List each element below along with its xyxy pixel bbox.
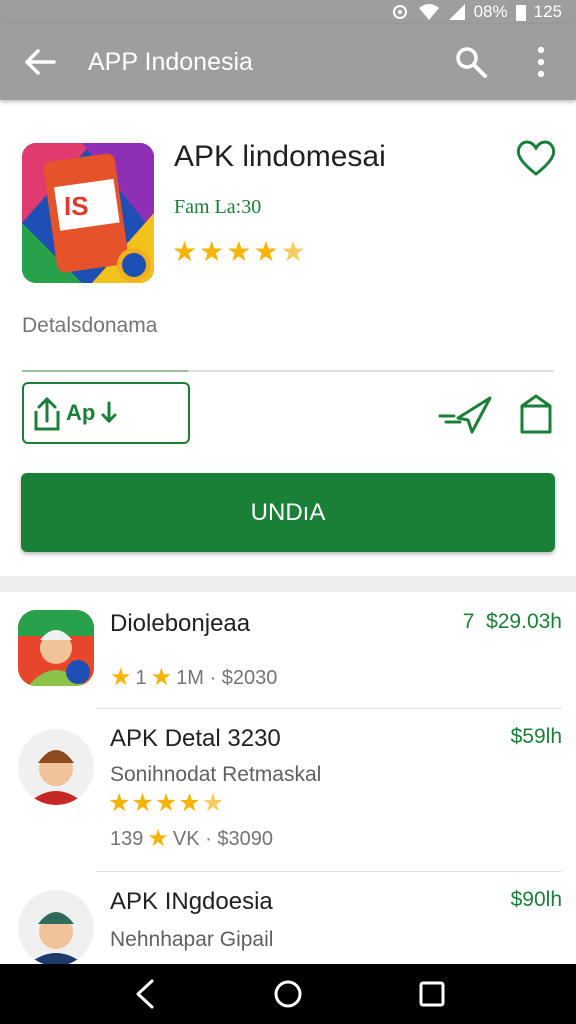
star-icon: ★ [253,236,279,267]
svg-text:IS: IS [64,191,89,221]
avatar [18,729,94,805]
star-icon: ★ [150,664,173,691]
list-item-price: 7 $29.03h [462,610,562,633]
list-item-title: APK INgdoesia [110,888,273,915]
clock: 125 [533,2,562,21]
nav-recents-button[interactable] [402,964,462,1024]
install-button[interactable]: UNDıA [21,473,555,552]
share-button[interactable]: Ap [22,382,190,444]
share-upload-icon [34,396,60,431]
developer-name[interactable]: Fam La:30 [174,196,261,219]
app-icon: IS [22,143,154,283]
search-button[interactable] [436,24,506,100]
app-bar: APP Indonesia [0,24,576,100]
back-button[interactable] [0,24,80,100]
star-icon: ★ [131,789,154,817]
favorite-button[interactable] [514,138,558,178]
list-item-meta: 139 ★ VK · $3090 [110,825,273,852]
battery-percent: 08% [473,2,508,21]
list-item-meta: ★ 1 ★ 1M · $2030 [110,664,278,691]
signal-icon [448,4,465,20]
star-half-icon: ★ [280,236,306,267]
list-item[interactable]: Diolebonjeaa 7 $29.03h ★ 1 ★ 1M · $2030 [0,592,576,708]
star-icon: ★ [226,236,252,267]
nav-back-button[interactable] [114,964,174,1024]
list-item-subtitle: Sonihnodat Retmaskal [110,763,322,786]
status-bar: 08% 125 [0,0,576,24]
star-icon: ★ [110,664,132,691]
star-icon: ★ [199,236,225,267]
share-label: Ap [66,400,96,425]
nav-back-icon [136,979,154,1009]
list-item-price: $59lh [510,725,562,748]
star-icon: ★ [108,789,131,817]
nav-home-icon [274,980,302,1008]
library-button[interactable] [516,392,556,436]
app-name: APK lindomesai [174,140,386,173]
search-icon [456,47,487,78]
star-icon: ★ [172,236,198,267]
heart-icon [516,140,556,176]
battery-icon [515,5,526,21]
wifi-icon [418,4,439,20]
related-apps-list: Diolebonjeaa 7 $29.03h ★ 1 ★ 1M · $2030 … [0,592,576,964]
rating-stars: ★ ★ ★ ★ ★ [108,791,224,816]
list-item-title: APK Detal 3230 [110,725,281,752]
arrow-back-icon [25,49,56,75]
system-nav-bar [0,964,576,1024]
nav-home-button[interactable] [258,964,318,1024]
arrow-down-icon [101,401,117,424]
section-separator [0,576,576,592]
star-icon: ★ [154,789,178,817]
list-item-price: $90lh [510,888,562,911]
avatar [18,890,94,964]
star-icon: ★ [178,789,201,817]
more-vert-icon [537,46,545,78]
settings-icon [392,5,407,19]
list-item-title: Diolebonjeaa [110,610,251,637]
list-item-subtitle: Nehnhapar Gipail [110,928,274,951]
app-bar-title: APP Indonesia [88,47,253,76]
tab-indicator [22,370,188,372]
nav-recents-icon [419,981,445,1007]
star-half-icon: ★ [201,789,225,817]
send-plane-icon [438,396,492,434]
list-item[interactable]: APK Detal 3230 $59lh Sonihnodat Retmaska… [0,709,576,871]
overflow-menu-button[interactable] [506,24,576,100]
avatar [18,610,94,686]
rating-stars: ★ ★ ★ ★ ★ [172,238,306,266]
details-label: Detalsdonama [22,314,158,337]
send-button[interactable] [438,392,494,436]
bag-icon [520,394,552,434]
list-item[interactable]: APK INgdoesia $90lh Nehnhapar Gipail [0,872,576,964]
star-icon: ★ [147,825,169,852]
